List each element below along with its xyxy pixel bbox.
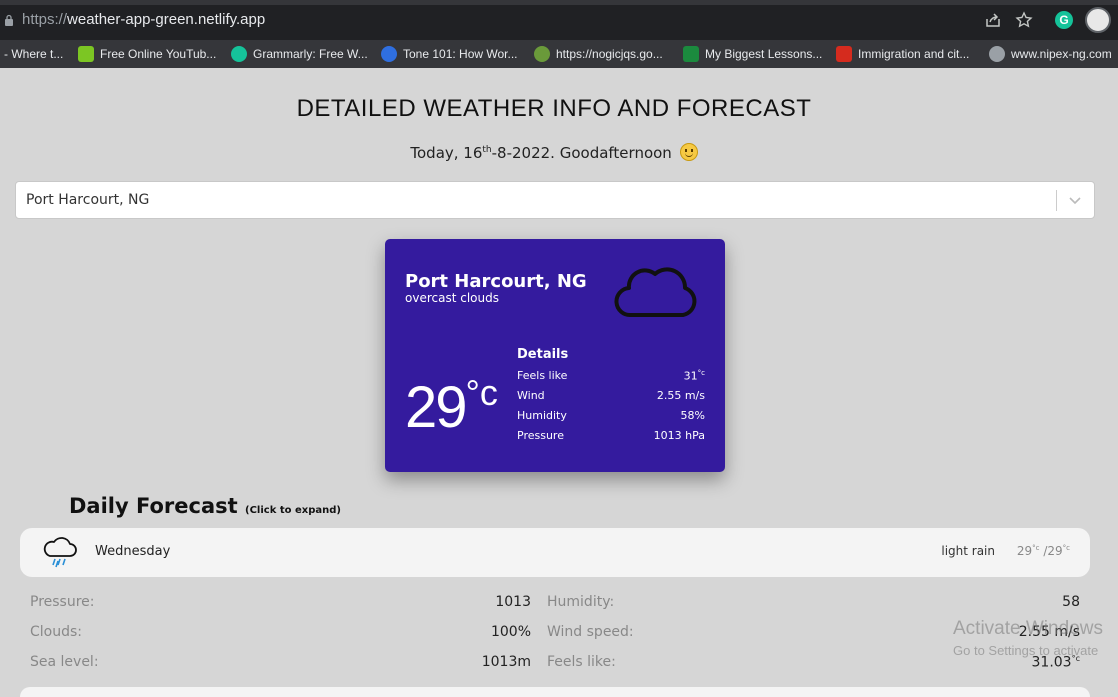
share-icon[interactable] [983,10,1003,30]
forecast-day-row-next[interactable] [20,687,1090,697]
bookmark-label: Free Online YouTub... [100,47,217,61]
city-select-value: Port Harcourt, NG [26,192,150,208]
detail-row: Feels like 31°c [517,369,705,383]
card-temperature: 29°c [405,361,498,440]
star-bookmark-icon[interactable] [1014,10,1034,30]
bookmark-item[interactable]: Grammarly: Free W... [231,45,368,63]
maple-leaf-icon [836,46,852,62]
detail-row: Pressure 1013 hPa [517,429,705,442]
globe-icon [989,46,1005,62]
temp-value: 29 [405,375,467,440]
forecast-day: Wednesday [95,544,171,559]
tone-icon [381,46,397,62]
stat-label: Clouds: [30,624,83,640]
download-arrow-icon [78,46,94,62]
forecast-heading: Daily Forecast (Click to expand) [69,494,341,518]
chevron-down-icon[interactable] [1066,191,1084,209]
detail-label: Pressure [517,429,564,442]
activation-watermark-subtitle: Go to Settings to activate [953,643,1099,658]
grammarly-icon [231,46,247,62]
forecast-condition: light rain [941,544,995,558]
bookmarks-bar: - Where t... Free Online YouTub... Gramm… [0,40,1118,68]
bookmark-item[interactable]: Free Online YouTub... [78,45,216,63]
date-suffix: th [482,145,492,155]
bookmark-label: www.nipex-ng.com [1011,47,1112,61]
card-city: Port Harcourt, NG [405,271,587,292]
bookmark-label: https://nogicjqs.go... [556,47,663,61]
bookmark-item[interactable]: My Biggest Lessons... [683,45,822,63]
detail-label: Wind [517,389,545,402]
rain-cloud-icon [43,537,77,568]
current-weather-card: Port Harcourt, NG overcast clouds 29°c D… [385,239,725,472]
stat-label: Humidity: [547,594,615,610]
lock-icon[interactable] [4,14,14,26]
cloud-icon [614,267,697,318]
bookmark-item[interactable]: Tone 101: How Wor... [381,45,518,63]
page-content: DETAILED WEATHER INFO AND FORECAST Today… [0,68,1118,697]
naira-icon [683,46,699,62]
bookmark-item[interactable]: www.nipex-ng.com [989,45,1112,63]
stat-value: 100% [490,624,531,640]
url-host: weather-app-green.netlify.app [67,11,266,28]
stat-label: Sea level: [30,654,99,670]
url-scheme: https:// [22,11,68,28]
url-text[interactable]: https://weather-app-green.netlify.app [22,11,265,28]
tab-strip-edge [0,0,1118,5]
smiley-icon [679,143,698,161]
forecast-temp-range: 29°c /29°c [1016,544,1070,558]
bookmark-label: Tone 101: How Wor... [403,47,518,61]
detail-label: Feels like [517,369,568,382]
detail-value: 31°c [683,369,705,383]
detail-row: Humidity 58% [517,409,705,422]
date-prefix: Today, 16 [410,144,483,162]
details-heading: Details [517,347,569,362]
bookmark-label: - Where t... [4,47,64,61]
select-separator [1056,190,1057,211]
stat-value: 58 [1062,594,1080,610]
profile-avatar[interactable] [1085,7,1111,33]
bookmark-item[interactable]: Immigration and cit... [836,45,969,63]
temp-unit: °c [465,372,498,413]
stat-label: Wind speed: [547,624,634,640]
stat-value: 1013 [495,594,531,610]
bookmark-label: Immigration and cit... [858,47,970,61]
card-description: overcast clouds [405,291,499,305]
gear-favicon [534,46,550,62]
city-select[interactable]: Port Harcourt, NG [15,181,1095,219]
address-bar[interactable]: https://weather-app-green.netlify.app G [0,0,1118,40]
date-greeting: Today, 16th-8-2022. Goodafternoon [0,143,1108,162]
forecast-hint: (Click to expand) [245,505,341,516]
detail-value: 1013 hPa [653,429,705,442]
stat-label: Pressure: [30,594,95,610]
grammarly-extension-icon[interactable]: G [1055,11,1073,29]
bookmark-label: Grammarly: Free W... [253,47,368,61]
detail-row: Wind 2.55 m/s [517,389,705,402]
detail-label: Humidity [517,409,567,422]
bookmark-item[interactable]: - Where t... [4,45,63,63]
page-title: DETAILED WEATHER INFO AND FORECAST [296,95,812,122]
detail-value: 58% [680,409,705,422]
stat-label: Feels like: [547,654,616,670]
stat-value: 1013m [481,654,531,670]
bookmark-item[interactable]: https://nogicjqs.go... [534,45,663,63]
activation-watermark-title: Activate Windows [953,618,1103,639]
bookmark-label: My Biggest Lessons... [705,47,823,61]
forecast-day-row[interactable]: Wednesday light rain 29°c /29°c [20,528,1090,577]
date-rest: -8-2022. Goodafternoon [491,144,672,162]
detail-value: 2.55 m/s [656,389,705,402]
